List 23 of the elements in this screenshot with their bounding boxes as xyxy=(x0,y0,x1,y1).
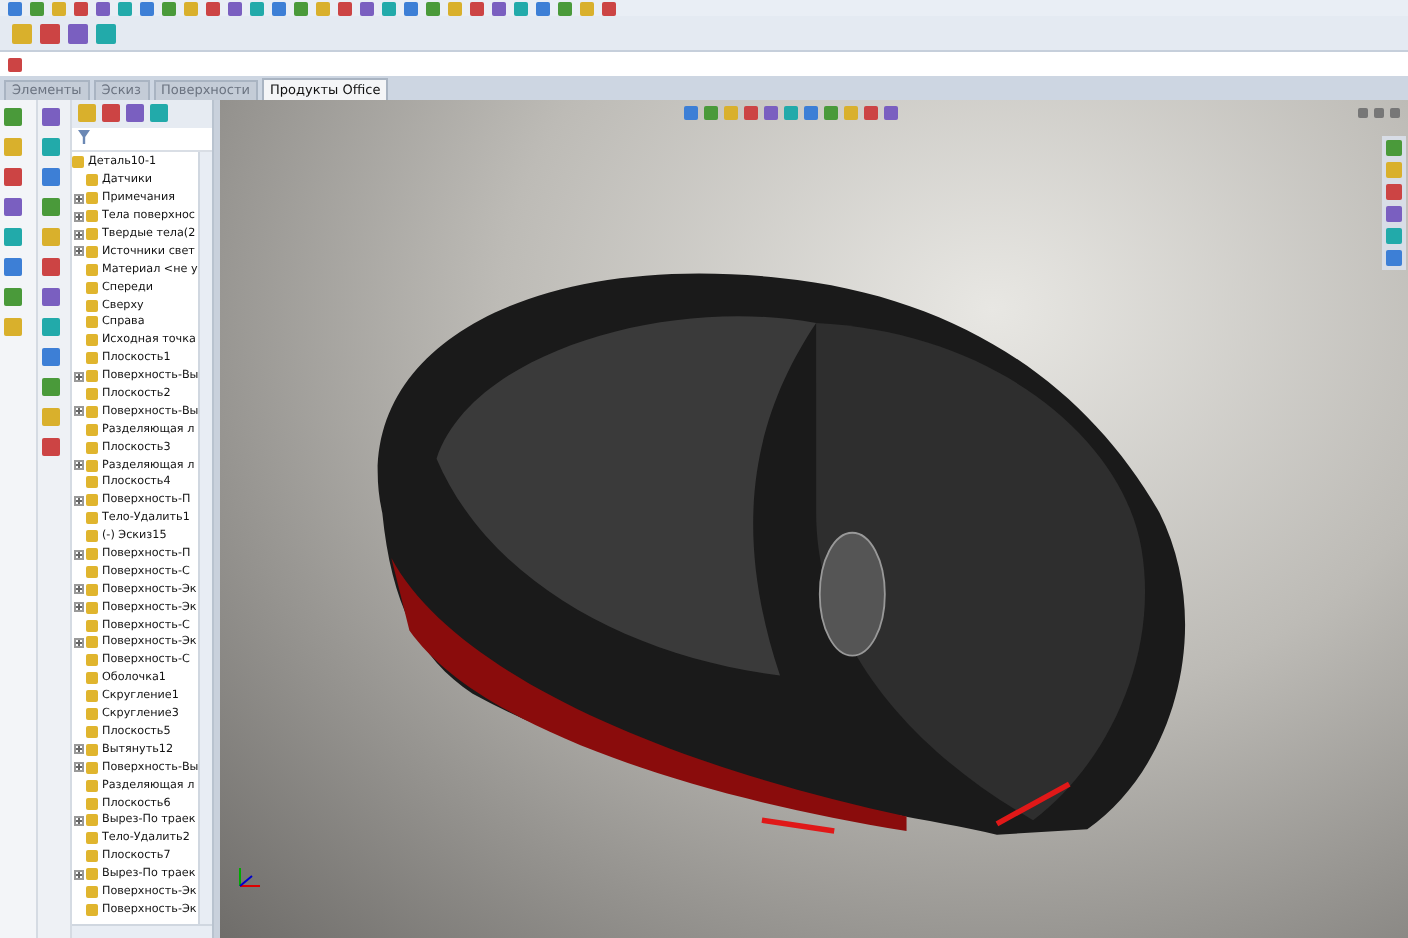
scrollbar[interactable] xyxy=(198,152,212,924)
part-icon xyxy=(72,156,84,169)
graphics-viewport[interactable] xyxy=(220,100,1408,938)
expand-icon[interactable] xyxy=(74,211,84,222)
expand-icon[interactable] xyxy=(74,406,84,417)
expand-icon[interactable] xyxy=(74,246,84,257)
expand-icon[interactable] xyxy=(74,460,84,471)
expand-icon[interactable] xyxy=(74,495,84,506)
expand-icon[interactable] xyxy=(74,584,84,595)
panel-splitter[interactable] xyxy=(214,100,220,938)
expand-icon[interactable] xyxy=(74,762,84,773)
expand-icon[interactable] xyxy=(74,549,84,560)
expand-icon[interactable] xyxy=(74,869,84,880)
expand-icon[interactable] xyxy=(74,815,84,826)
expand-icon[interactable] xyxy=(74,602,84,613)
filter-icon[interactable] xyxy=(78,130,90,144)
expand-icon[interactable] xyxy=(74,744,84,755)
axis-triad-icon xyxy=(236,866,264,890)
expand-icon[interactable] xyxy=(74,229,84,239)
expand-icon[interactable] xyxy=(74,637,84,648)
expand-icon[interactable] xyxy=(74,371,84,382)
expand-icon[interactable] xyxy=(74,193,84,204)
scrollbar[interactable] xyxy=(72,924,212,938)
